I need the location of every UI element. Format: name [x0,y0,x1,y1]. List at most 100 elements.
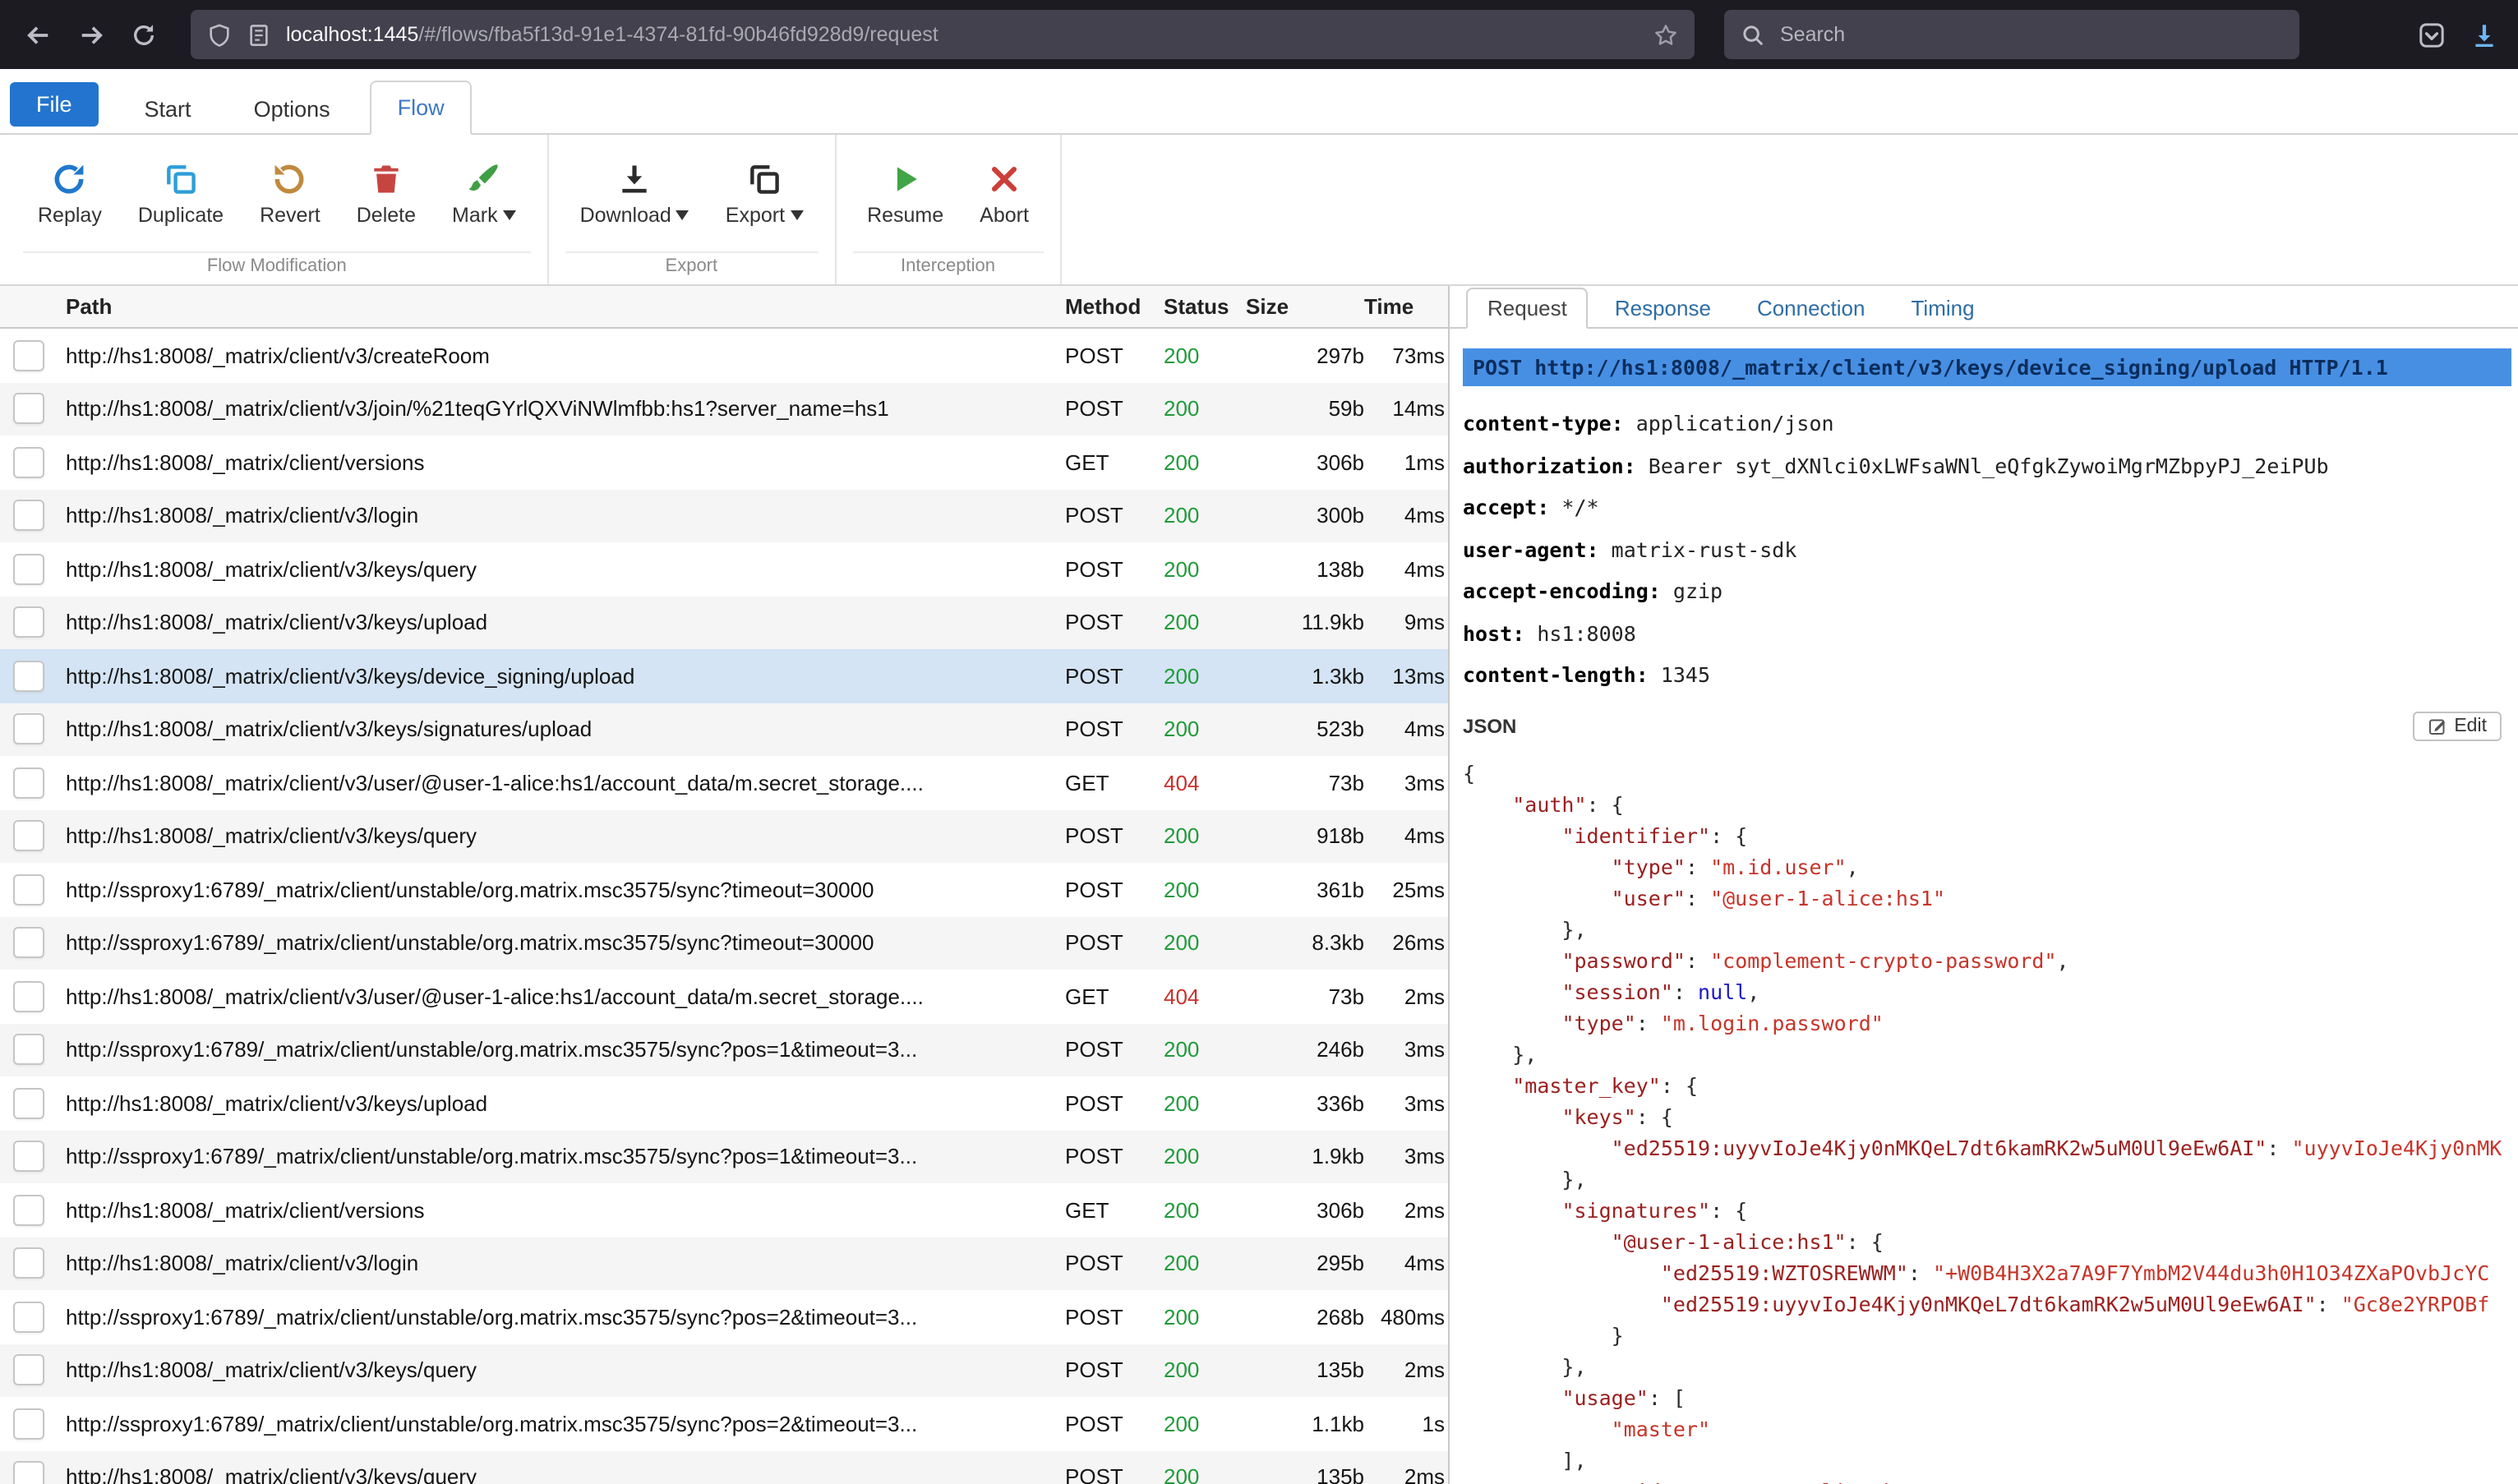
tab-response[interactable]: Response [1595,289,1731,327]
flow-indicator [13,607,44,638]
request-headers[interactable]: content-type: application/jsonauthorizat… [1463,403,2511,696]
header-value: */* [1549,495,1598,519]
flow-row[interactable]: http://hs1:8008/_matrix/client/v3/user/@… [0,756,1448,809]
column-header-size[interactable]: Size [1246,294,1364,319]
flow-row[interactable]: http://ssproxy1:6789/_matrix/client/unst… [0,863,1448,916]
flow-status: 200 [1164,1358,1246,1383]
flow-row[interactable]: http://hs1:8008/_matrix/client/v3/user/@… [0,970,1448,1023]
export-button[interactable]: Export [711,154,818,233]
flow-path: http://hs1:8008/_matrix/client/v3/login [44,504,1065,528]
menu-tab-start[interactable]: Start [122,85,214,133]
flow-row[interactable]: http://hs1:8008/_matrix/client/v3/keys/u… [0,596,1448,649]
download-button[interactable]: Download [565,154,704,233]
flow-row[interactable]: http://hs1:8008/_matrix/client/v3/keys/q… [0,1343,1448,1397]
flow-row[interactable]: http://hs1:8008/_matrix/client/v3/loginP… [0,489,1448,542]
flow-row[interactable]: http://hs1:8008/_matrix/client/versionsG… [0,436,1448,489]
page-info-icon[interactable] [247,22,271,47]
button-label-row: Abort [980,203,1029,226]
tab-request[interactable]: Request [1466,288,1589,329]
flow-row[interactable]: http://hs1:8008/_matrix/client/v3/keys/q… [0,542,1448,596]
body-section-header: JSON Edit [1463,706,2511,745]
caret-down-icon [790,210,803,219]
pocket-icon[interactable] [2418,21,2446,48]
flow-indicator [13,500,44,532]
delete-button[interactable]: Delete [342,154,431,233]
column-header-method[interactable]: Method [1065,294,1164,319]
export-icon [746,160,782,196]
url-host: localhost:1445 [286,23,418,46]
flow-size: 336b [1246,1091,1364,1116]
flow-row[interactable]: http://hs1:8008/_matrix/client/v3/keys/s… [0,703,1448,756]
button-label-row: Duplicate [138,203,224,226]
shield-icon[interactable] [207,22,232,47]
mark-button[interactable]: Mark [437,154,531,233]
menu-tab-file[interactable]: File [10,82,99,127]
edit-button[interactable]: Edit [2413,711,2502,740]
flow-path: http://hs1:8008/_matrix/client/v3/keys/q… [44,1465,1065,1484]
flow-row[interactable]: http://hs1:8008/_matrix/client/v3/create… [0,329,1448,382]
request-header: accept: */* [1463,486,2511,528]
duplicate-button[interactable]: Duplicate [123,154,238,233]
menu-tab-options[interactable]: Options [231,85,353,133]
edit-button-label: Edit [2454,716,2487,735]
json-line: } [1463,1319,2511,1350]
resume-button[interactable]: Resume [852,154,958,233]
flow-status: 200 [1164,1305,1246,1330]
caret-down-icon [676,210,689,219]
flow-time: 13ms [1364,664,1448,689]
flow-row[interactable]: http://ssproxy1:6789/_matrix/client/unst… [0,1130,1448,1183]
flow-time: 3ms [1364,1091,1448,1116]
search-bar[interactable]: Search [1724,10,2299,59]
request-line[interactable]: POST http://hs1:8008/_matrix/client/v3/k… [1463,348,2511,386]
flow-row[interactable]: http://hs1:8008/_matrix/client/v3/keys/u… [0,1076,1448,1130]
replay-button[interactable]: Replay [23,154,117,233]
reload-icon [131,22,155,47]
flow-method: GET [1065,984,1164,1009]
abort-button[interactable]: Abort [965,154,1044,233]
flow-row[interactable]: http://ssproxy1:6789/_matrix/client/unst… [0,916,1448,970]
forward-button[interactable] [69,13,112,56]
flow-method: POST [1065,343,1164,368]
flow-size: 11.9kb [1246,611,1364,635]
flow-time: 25ms [1364,878,1448,902]
flow-status: 200 [1164,1198,1246,1223]
flow-status: 200 [1164,824,1246,849]
menu-tab-flow[interactable]: Flow [370,81,473,135]
button-label: Mark [452,203,498,226]
flow-size: 8.3kb [1246,931,1364,956]
flow-time: 73ms [1364,343,1448,368]
bookmark-star-icon[interactable] [1653,22,1678,47]
button-label: Duplicate [138,203,224,226]
reload-button[interactable] [122,13,164,56]
flow-row[interactable]: http://hs1:8008/_matrix/client/v3/join/%… [0,382,1448,436]
back-button[interactable] [16,13,59,56]
downloads-icon[interactable] [2470,21,2498,48]
column-header-path[interactable]: Path [44,294,1065,319]
flow-method: POST [1065,1358,1164,1383]
tab-timing[interactable]: Timing [1892,289,1995,327]
replay-icon [52,160,88,196]
tab-connection[interactable]: Connection [1737,289,1885,327]
flow-row[interactable]: http://hs1:8008/_matrix/client/v3/keys/d… [0,649,1448,703]
flow-indicator [13,1088,44,1119]
url-bar[interactable]: localhost:1445/#/flows/fba5f13d-91e1-437… [191,10,1695,59]
flow-indicator [13,981,44,1012]
revert-button[interactable]: Revert [245,154,335,233]
flow-row[interactable]: http://ssproxy1:6789/_matrix/client/unst… [0,1290,1448,1343]
flow-size: 135b [1246,1465,1364,1484]
flow-method: POST [1065,397,1164,422]
flow-row[interactable]: http://ssproxy1:6789/_matrix/client/unst… [0,1397,1448,1450]
button-label: Replay [38,203,102,226]
flow-row[interactable]: http://hs1:8008/_matrix/client/v3/loginP… [0,1237,1448,1290]
flow-row[interactable]: http://ssproxy1:6789/_matrix/client/unst… [0,1023,1448,1076]
column-header-time[interactable]: Time [1364,294,1448,319]
flow-method: GET [1065,1198,1164,1223]
flow-row[interactable]: http://hs1:8008/_matrix/client/v3/keys/q… [0,1450,1448,1484]
toolbar-button-row: Resume Abort [852,135,1044,251]
column-header-status[interactable]: Status [1164,294,1246,319]
flow-row[interactable]: http://hs1:8008/_matrix/client/v3/keys/q… [0,809,1448,863]
json-body[interactable]: { "auth": { "identifier": { "type": "m.i… [1463,757,2511,1484]
toolbar-group: DownloadExportExport [549,135,836,284]
flow-row[interactable]: http://hs1:8008/_matrix/client/versionsG… [0,1183,1448,1237]
chrome-right-icons [2418,21,2498,48]
